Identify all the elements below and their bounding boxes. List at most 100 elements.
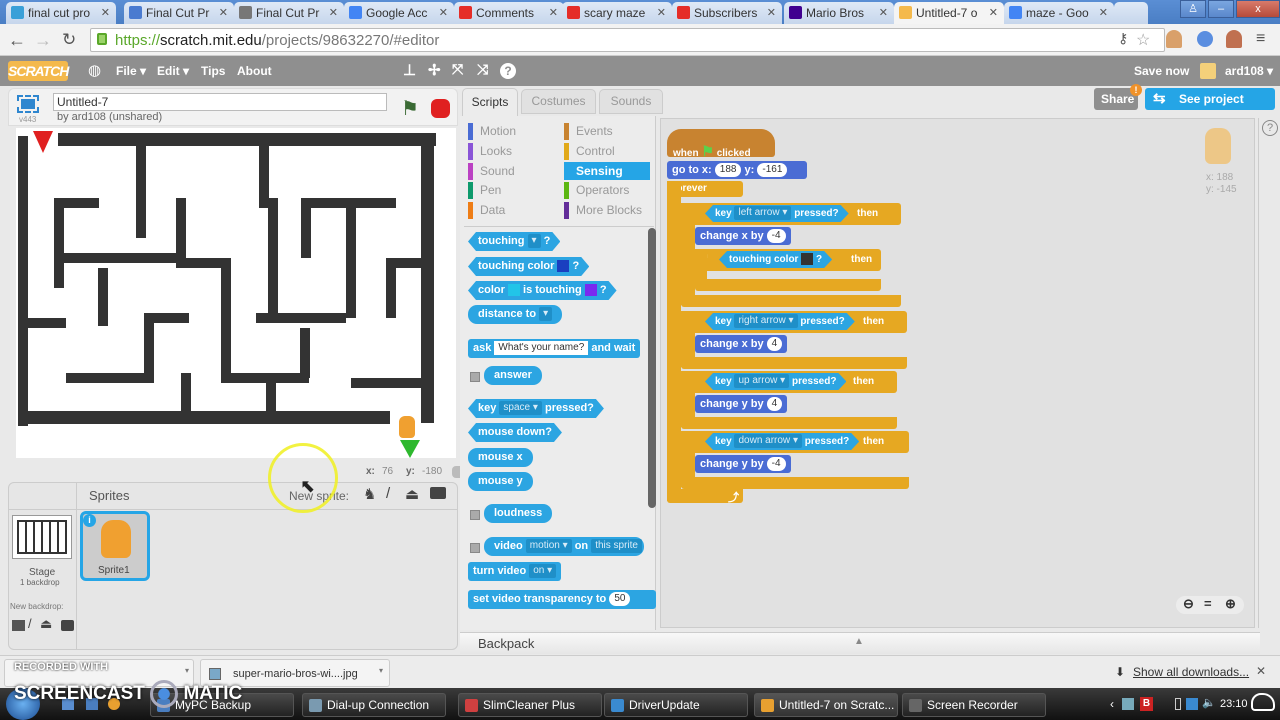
duplicate-stamp-icon[interactable]: ⊥ — [403, 61, 416, 79]
backpack-bar[interactable]: Backpack ▲ — [460, 632, 1260, 654]
upload-backdrop-icon[interactable]: ⏏ — [40, 616, 52, 632]
menu-about[interactable]: About — [237, 64, 272, 78]
bookmark-star-icon[interactable]: ☆ — [1136, 30, 1150, 50]
project-title-input[interactable]: Untitled-7 — [53, 93, 387, 111]
close-tab-icon[interactable]: ✕ — [219, 6, 228, 19]
close-downloads-icon[interactable]: ✕ — [1256, 664, 1266, 678]
category-looks[interactable]: Looks — [468, 142, 554, 160]
block-change[interactable]: change x by 4 — [695, 335, 788, 353]
menu-file[interactable]: File ▾ — [116, 64, 146, 78]
camera-sprite-icon[interactable] — [430, 487, 446, 499]
taskbar-item[interactable]: Dial-up Connection — [302, 693, 446, 717]
taskbar-clock[interactable]: 23:10 — [1220, 698, 1248, 710]
block-mouse-down[interactable]: mouse down? — [468, 423, 562, 442]
extension-avatar-icon[interactable] — [1166, 30, 1182, 48]
show-all-downloads-link[interactable]: Show all downloads... — [1133, 665, 1249, 679]
palette-scrollbar[interactable] — [648, 228, 656, 508]
browser-tab[interactable]: final cut pro ✕ — [6, 2, 116, 24]
x-input[interactable]: 188 — [714, 163, 742, 178]
minimize-button[interactable]: – — [1208, 0, 1234, 18]
category-data[interactable]: Data — [468, 201, 554, 220]
close-tab-icon[interactable]: ✕ — [989, 6, 998, 19]
browser-tab[interactable]: Comments ✕ — [454, 2, 564, 24]
ask-input[interactable]: What's your name? — [494, 341, 589, 356]
key-pressed-condition[interactable]: key up arrow ▾ pressed? — [705, 373, 846, 390]
tray-icon[interactable] — [1122, 698, 1134, 710]
stage-thumbnail[interactable] — [12, 515, 72, 559]
user-avatar[interactable] — [1200, 63, 1216, 79]
video-checkbox[interactable] — [470, 543, 480, 553]
stage-canvas[interactable] — [16, 128, 456, 458]
sprite-library-icon[interactable]: ♞ — [363, 485, 376, 503]
grow-icon[interactable]: ⤧ — [452, 61, 463, 78]
tab-scripts[interactable]: Scripts — [462, 88, 518, 116]
block-mouse-y[interactable]: mouse y — [468, 472, 533, 491]
video-target-dropdown[interactable]: this sprite — [591, 539, 642, 554]
camera-backdrop-icon[interactable] — [61, 620, 74, 631]
back-icon[interactable]: ← — [8, 30, 26, 51]
loudness-checkbox[interactable] — [470, 510, 480, 520]
block-when-flag-clicked[interactable]: when ⚑ clicked — [667, 129, 775, 159]
close-tab-icon[interactable]: ✕ — [657, 6, 666, 19]
key-dropdown[interactable]: down arrow ▾ — [734, 434, 802, 448]
answer-checkbox[interactable] — [470, 372, 480, 382]
download-menu-icon[interactable]: ▾ — [379, 666, 383, 675]
backdrop-library-icon[interactable] — [12, 620, 25, 631]
browser-tab[interactable]: maze - Goo ✕ — [1004, 2, 1114, 24]
block-touching-color[interactable]: touching color ? — [468, 257, 589, 276]
shrink-icon[interactable]: ⤨ — [477, 61, 488, 78]
close-tab-icon[interactable]: ✕ — [1099, 6, 1108, 19]
key-dropdown[interactable]: space ▾ — [499, 401, 542, 415]
block-go-to-xy[interactable]: go to x: 188 y: -161 — [667, 161, 807, 179]
backpack-expand-icon[interactable]: ▲ — [854, 636, 864, 647]
browser-tab[interactable]: Untitled-7 o ✕ — [894, 2, 1004, 24]
category-pen[interactable]: Pen — [468, 181, 554, 200]
close-tab-icon[interactable]: ✕ — [101, 6, 110, 19]
url-input[interactable]: https://scratch.mit.edu/projects/9863227… — [90, 28, 1165, 52]
language-globe-icon[interactable]: ◍ — [88, 61, 101, 79]
turn-video-dropdown[interactable]: on ▾ — [529, 564, 557, 579]
stop-button[interactable] — [431, 99, 450, 118]
category-control[interactable]: Control — [564, 142, 650, 160]
block-mouse-x[interactable]: mouse x — [468, 448, 533, 467]
category-sound[interactable]: Sound — [468, 162, 554, 180]
touching-dropdown[interactable]: ▾ — [528, 234, 541, 248]
chrome-menu-icon[interactable]: ≡ — [1256, 30, 1265, 48]
key-pressed-condition[interactable]: key down arrow ▾ pressed? — [705, 433, 859, 450]
block-answer[interactable]: answer — [484, 366, 542, 385]
menu-tips[interactable]: Tips — [201, 64, 225, 78]
taskbar-item[interactable]: Untitled-7 on Scratc... — [754, 693, 898, 717]
key-icon[interactable]: ⚷ — [1118, 30, 1128, 47]
see-project-page-button[interactable]: ⇆ See project page — [1145, 88, 1275, 128]
close-tab-icon[interactable]: ✕ — [767, 6, 776, 19]
scripts-area[interactable]: when ⚑ clicked go to x: 188 y: -161 fore… — [660, 118, 1255, 628]
y-input[interactable]: -161 — [757, 163, 788, 178]
category-motion[interactable]: Motion — [468, 122, 554, 140]
reload-icon[interactable]: ↻ — [62, 30, 76, 50]
new-tab-button[interactable] — [1114, 2, 1148, 24]
category-more-blocks[interactable]: More Blocks — [564, 201, 650, 220]
key-dropdown[interactable]: up arrow ▾ — [734, 374, 789, 388]
browser-tab[interactable]: Google Acc ✕ — [344, 2, 454, 24]
block-color-is-touching[interactable]: color is touching ? — [468, 281, 617, 300]
tab-sounds[interactable]: Sounds — [599, 89, 663, 114]
tray-b-icon[interactable]: B — [1140, 697, 1153, 711]
browser-tab[interactable]: Mario Bros ✕ — [784, 2, 894, 24]
scratch-logo[interactable]: SCRATCH — [8, 61, 69, 81]
transparency-input[interactable]: 50 — [609, 592, 631, 607]
cloud-icon[interactable] — [1251, 693, 1275, 711]
close-tab-icon[interactable]: ✕ — [329, 6, 338, 19]
paint-backdrop-icon[interactable]: / — [28, 616, 32, 631]
paint-sprite-icon[interactable]: / — [386, 485, 390, 502]
stage-collapse-handle[interactable] — [452, 466, 460, 478]
zoom-out-icon[interactable]: ⊖ — [1183, 596, 1194, 612]
block-change[interactable]: change y by 4 — [695, 395, 788, 413]
fullscreen-icon[interactable] — [17, 95, 39, 113]
close-tab-icon[interactable]: ✕ — [439, 6, 448, 19]
block-change[interactable]: change x by -4 — [695, 227, 791, 245]
save-now-button[interactable]: Save now — [1134, 64, 1189, 78]
zoom-reset-icon[interactable]: = — [1204, 596, 1212, 611]
delete-scissors-icon[interactable]: ✢ — [428, 61, 441, 79]
sprite-thumbnail-sprite1[interactable]: i Sprite1 — [80, 511, 150, 581]
block-video-on[interactable]: video motion ▾ on this sprite — [484, 537, 644, 556]
